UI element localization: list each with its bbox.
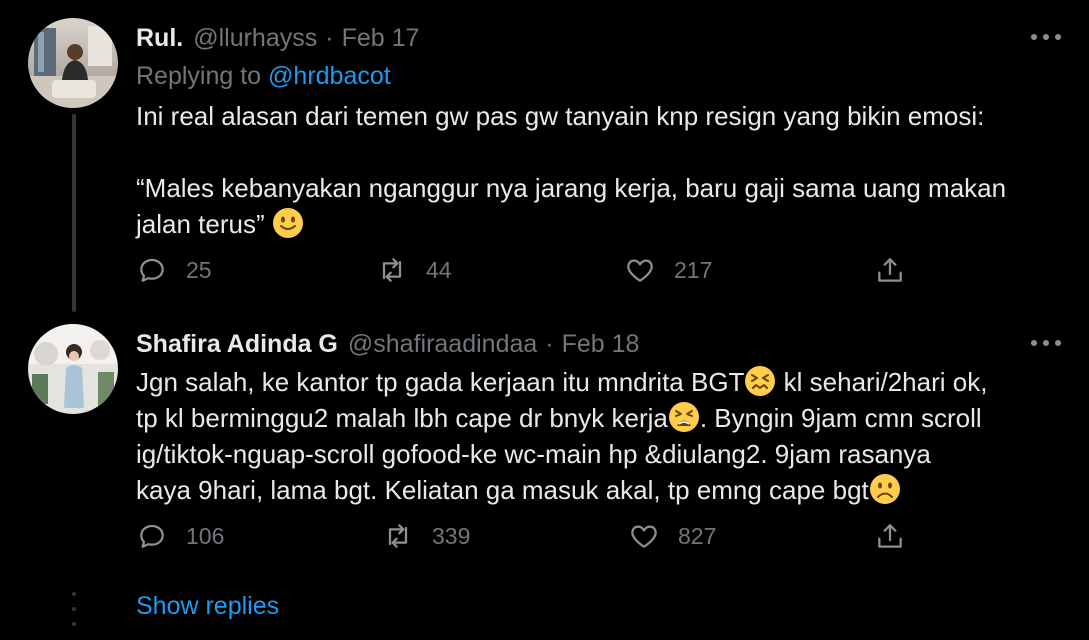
tweet-2[interactable]: Shafira Adinda G @shafiraadindaa · Feb 1… — [0, 310, 1089, 580]
like-count: 827 — [678, 522, 717, 549]
frowning-face-icon — [869, 473, 901, 505]
reply-button[interactable]: 106 — [136, 518, 224, 554]
tweet-1[interactable]: Rul. @llurhayss · Feb 17 Replying to @hr… — [0, 0, 1089, 312]
replying-to-link[interactable]: @hrdbacot — [268, 62, 391, 90]
retweet-button[interactable]: 339 — [382, 518, 470, 554]
tweet-text-segment: kaya 9hari, lama bgt. Keliatan ga masuk … — [136, 475, 869, 505]
replying-to: Replying to @hrdbacot — [136, 58, 391, 94]
reply-icon — [140, 258, 164, 282]
more-replies-dots — [72, 592, 76, 626]
retweet-icon — [382, 258, 402, 282]
retweet-count: 339 — [432, 522, 471, 549]
tweet-2-text: Jgn salah, ke kantor tp gada kerjaan itu… — [136, 364, 1066, 508]
retweet-icon — [388, 524, 408, 548]
tweet-text-segment: kl sehari/2hari ok, — [776, 367, 988, 397]
tweet-date[interactable]: Feb 18 — [562, 330, 640, 359]
tweet-text-line: Ini real alasan dari temen gw pas gw tan… — [136, 101, 985, 131]
retweet-count: 44 — [426, 256, 452, 283]
tweet-text-segment: . Byngin 9jam cmn scroll — [699, 403, 982, 433]
like-count: 217 — [674, 256, 713, 283]
separator-dot: · — [325, 23, 334, 52]
show-replies-link[interactable]: Show replies — [136, 592, 279, 621]
tweet-1-text: Ini real alasan dari temen gw pas gw tan… — [136, 98, 1066, 242]
heart-icon — [631, 525, 657, 548]
tweet-text-segment: Jgn salah, ke kantor tp gada kerjaan itu… — [136, 367, 745, 397]
more-options-icon[interactable] — [1031, 27, 1061, 47]
tweet-1-header: Rul. @llurhayss · Feb 17 — [136, 20, 419, 56]
heart-icon — [627, 259, 653, 282]
share-button[interactable] — [874, 252, 906, 288]
share-icon — [878, 524, 902, 548]
reply-count: 25 — [186, 256, 212, 283]
avatar-rul[interactable] — [28, 18, 118, 108]
like-button[interactable]: 827 — [628, 518, 716, 554]
slightly-smiling-face-icon — [272, 207, 304, 239]
author-handle[interactable]: @shafiraadindaa — [348, 330, 537, 359]
replying-to-label: Replying to — [136, 62, 262, 90]
tweet-date[interactable]: Feb 17 — [342, 24, 420, 53]
more-options-icon[interactable] — [1031, 333, 1061, 353]
confounded-face-icon — [744, 365, 776, 397]
tweet-text-line: jalan terus” — [136, 209, 265, 239]
share-icon — [878, 258, 902, 282]
tweet-1-actions: 25 44 217 — [136, 252, 916, 288]
tweet-text-segment: tp kl berminggu2 malah lbh cape dr bnyk … — [136, 403, 668, 433]
tweet-2-actions: 106 339 827 — [136, 518, 916, 554]
reply-count: 106 — [186, 522, 225, 549]
author-name[interactable]: Shafira Adinda G — [136, 330, 338, 359]
tweet-text-segment: ig/tiktok-nguap-scroll gofood-ke wc-main… — [136, 439, 931, 469]
like-button[interactable]: 217 — [624, 252, 712, 288]
share-button[interactable] — [874, 518, 906, 554]
reply-button[interactable]: 25 — [136, 252, 212, 288]
tweet-thread: Rul. @llurhayss · Feb 17 Replying to @hr… — [0, 0, 1089, 640]
reply-icon — [140, 524, 164, 548]
avatar-shafira[interactable] — [28, 324, 118, 414]
separator-dot: · — [545, 329, 554, 358]
tired-face-icon — [668, 401, 700, 433]
retweet-button[interactable]: 44 — [376, 252, 452, 288]
author-name[interactable]: Rul. — [136, 24, 183, 53]
tweet-text-line: “Males kebanyakan nganggur nya jarang ke… — [136, 173, 1007, 203]
author-handle[interactable]: @llurhayss — [193, 24, 317, 53]
tweet-2-header: Shafira Adinda G @shafiraadindaa · Feb 1… — [136, 326, 639, 362]
thread-connector-line — [72, 114, 76, 312]
